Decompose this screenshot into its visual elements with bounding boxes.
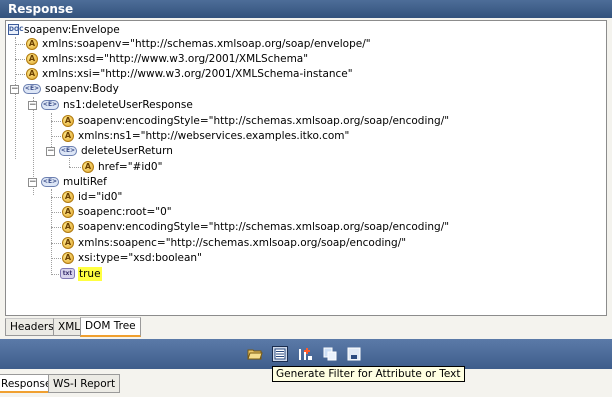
- attribute-icon: A: [62, 206, 74, 218]
- attribute-icon: A: [62, 130, 74, 142]
- tree-node-delete-return[interactable]: − <E> deleteUserReturn: [46, 144, 346, 158]
- tree-node-multiref[interactable]: − <E> multiRef: [28, 175, 328, 189]
- node-label: soapenv:Body: [45, 83, 119, 95]
- attribute-icon: A: [26, 38, 38, 50]
- collapse-toggle[interactable]: −: [28, 178, 37, 187]
- attribute-icon: A: [62, 115, 74, 127]
- tree-line: [69, 158, 70, 167]
- tree-line: [15, 59, 25, 60]
- tree-line: [51, 189, 52, 275]
- save-icon[interactable]: [346, 346, 362, 362]
- tab-headers[interactable]: Headers: [5, 318, 59, 336]
- element-icon: <E>: [41, 100, 59, 110]
- attribute-icon: A: [62, 237, 74, 249]
- tree-node-delete-response[interactable]: − <E> ns1:deleteUserResponse: [28, 98, 328, 112]
- text-node-icon: txt: [60, 268, 75, 279]
- tree-node-attribute[interactable]: A xmlns:ns1="http://webservices.examples…: [62, 129, 592, 143]
- filter-icon[interactable]: [272, 346, 288, 362]
- tree-line: [15, 44, 25, 45]
- tree-node-attribute[interactable]: A xmlns:xsi="http://www.w3.org/2001/XMLS…: [26, 67, 586, 81]
- tree-line: [51, 243, 61, 244]
- tree-node-attribute[interactable]: A xmlns:xsd="http://www.w3.org/2001/XMLS…: [26, 52, 586, 66]
- open-folder-icon[interactable]: [247, 346, 263, 362]
- node-label: deleteUserReturn: [81, 145, 173, 157]
- tree-line: [69, 167, 81, 168]
- element-icon: <E>: [23, 84, 41, 94]
- tab-dom-tree[interactable]: DOM Tree: [80, 317, 141, 337]
- tree-node-attribute[interactable]: A soapenv:encodingStyle="http://schemas.…: [62, 220, 592, 234]
- attribute-label: soapenv:encodingStyle="http://schemas.xm…: [78, 221, 450, 233]
- tab-wsi-report[interactable]: WS-I Report: [48, 374, 121, 393]
- attribute-label: href="#id0": [98, 161, 163, 173]
- dom-tree[interactable]: DOC soapenv:Envelope A xmlns:soapenv="ht…: [5, 20, 607, 316]
- tree-line: [51, 258, 61, 259]
- tree-node-attribute[interactable]: A xsi:type="xsd:boolean": [62, 251, 362, 265]
- add-node-icon[interactable]: [297, 346, 313, 362]
- tree-node-body[interactable]: − <E> soapenv:Body: [10, 82, 310, 96]
- attribute-icon: A: [26, 53, 38, 65]
- collapse-toggle[interactable]: −: [28, 101, 37, 110]
- tree-line: [51, 227, 61, 228]
- attribute-label: xsi:type="xsd:boolean": [78, 252, 202, 264]
- text-value: true: [78, 267, 102, 281]
- tree-node-text[interactable]: txt true: [60, 267, 180, 281]
- collapse-toggle[interactable]: −: [46, 147, 55, 156]
- document-icon: DOC: [8, 24, 24, 35]
- attribute-icon: A: [62, 221, 74, 233]
- tree-node-attribute[interactable]: A xmlns:soapenv="http://schemas.xmlsoap.…: [26, 37, 586, 51]
- tree-node-attribute[interactable]: A id="id0": [62, 190, 362, 204]
- tree-line: [51, 136, 61, 137]
- tree-line: [15, 37, 16, 159]
- attribute-label: xmlns:ns1="http://webservices.examples.i…: [78, 130, 350, 142]
- attribute-label: soapenv:encodingStyle="http://schemas.xm…: [78, 115, 450, 127]
- copy-icon[interactable]: [322, 346, 338, 362]
- tree-line: [51, 212, 61, 213]
- node-label: soapenv:Envelope: [24, 24, 120, 36]
- tree-node-envelope[interactable]: DOC soapenv:Envelope: [8, 23, 308, 37]
- element-icon: <E>: [59, 146, 77, 156]
- tree-line: [51, 197, 61, 198]
- collapse-toggle[interactable]: −: [10, 85, 19, 94]
- toolbar: [0, 339, 612, 369]
- tree-node-attribute[interactable]: A soapenv:encodingStyle="http://schemas.…: [62, 114, 592, 128]
- tree-node-attribute[interactable]: A soapenc:root="0": [62, 205, 362, 219]
- tree-line: [51, 121, 61, 122]
- node-label: ns1:deleteUserResponse: [63, 99, 193, 111]
- tree-node-attribute[interactable]: A xmlns:soapenc="http://schemas.xmlsoap.…: [62, 236, 592, 250]
- attribute-label: soapenc:root="0": [78, 206, 172, 218]
- attribute-label: xmlns:soapenc="http://schemas.xmlsoap.or…: [78, 237, 407, 249]
- node-label: multiRef: [63, 176, 107, 188]
- element-icon: <E>: [41, 177, 59, 187]
- attribute-icon: A: [62, 252, 74, 264]
- tooltip: Generate Filter for Attribute or Text: [272, 366, 465, 382]
- tree-node-attribute[interactable]: A href="#id0": [82, 160, 382, 174]
- attribute-label: xmlns:xsi="http://www.w3.org/2001/XMLSch…: [42, 68, 353, 80]
- attribute-label: xmlns:soapenv="http://schemas.xmlsoap.or…: [42, 38, 371, 50]
- attribute-label: id="id0": [78, 191, 123, 203]
- attribute-icon: A: [62, 191, 74, 203]
- panel-title: Response: [0, 0, 612, 18]
- tree-line: [15, 74, 25, 75]
- attribute-label: xmlns:xsd="http://www.w3.org/2001/XMLSch…: [42, 53, 309, 65]
- attribute-icon: A: [26, 68, 38, 80]
- attribute-icon: A: [82, 161, 94, 173]
